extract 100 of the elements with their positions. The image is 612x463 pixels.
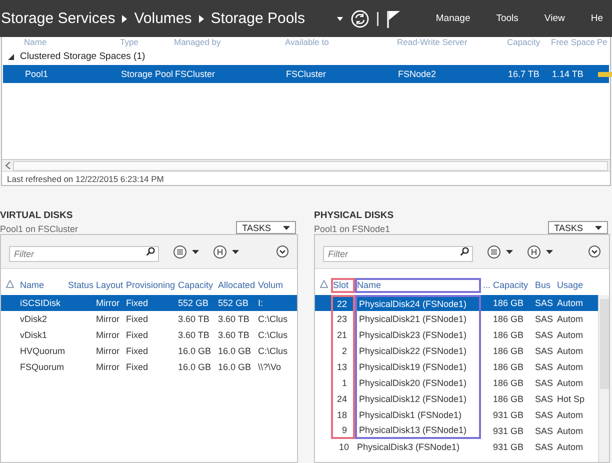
column-header[interactable]: Name <box>355 278 481 292</box>
filter-field[interactable]: Filter <box>9 246 159 262</box>
table-row[interactable]: vDisk1 Mirror Fixed 3.60 TB 3.60 TB C:\Clus <box>1 327 297 343</box>
tasks-button[interactable]: TASKS <box>548 221 608 234</box>
table-cell: PhysicalDisk21 (FSNode1) <box>355 311 481 327</box>
table-cell-text: 10 <box>338 441 350 454</box>
table-cell-text: SAS <box>534 361 554 374</box>
table-row[interactable]: vDisk2 Mirror Fixed 3.60 TB 3.60 TB C:\Clus <box>1 311 297 327</box>
column-header[interactable]: ... <box>481 278 491 292</box>
table-cell-text: I: <box>257 297 264 310</box>
column-header[interactable]: Allocated <box>216 278 256 292</box>
breadcrumb-item[interactable]: Storage Pools <box>210 10 306 27</box>
table-cell-text: 3.60 TB <box>177 329 210 342</box>
table-cell: PhysicalDisk22 (FSNode1) <box>355 343 481 359</box>
collapse-arrow-icon[interactable] <box>8 54 14 60</box>
table-cell: 21 <box>331 327 355 343</box>
table-row[interactable]: iSCSIDisk Mirror Fixed 552 GB 552 GB I: <box>1 295 297 311</box>
table-row[interactable]: 9 PhysicalDisk13 (FSNode1) 931 GB SAS Autom <box>315 423 598 439</box>
list-view-icon[interactable] <box>173 244 199 258</box>
table-cell-text: Mirror <box>95 329 120 342</box>
table-row[interactable]: 22 PhysicalDisk24 (FSNode1) 186 GB SAS Autom <box>315 295 598 311</box>
table-cell: 22 <box>331 295 355 311</box>
table-cell-text: Storage Pool <box>121 69 174 79</box>
table-row[interactable]: 2 PhysicalDisk22 (FSNode1) 186 GB SAS Autom <box>315 343 598 359</box>
column-header[interactable]: Provisioning <box>124 278 176 292</box>
menu-item[interactable]: He <box>582 13 612 24</box>
column-header[interactable]: Bus <box>533 278 555 292</box>
table-cell-text: Autom <box>556 345 584 358</box>
divider-icon <box>376 12 379 26</box>
refresh-icon[interactable] <box>350 10 369 28</box>
table-cell-text: 186 GB <box>492 345 525 358</box>
table-cell-text: PhysicalDisk3 (FSNode1) <box>356 441 461 454</box>
breadcrumb-item[interactable]: Storage Services <box>1 10 116 27</box>
separator-icon <box>198 14 204 22</box>
column-header[interactable]: Slot <box>331 278 355 292</box>
table-row[interactable]: 18 PhysicalDisk1 (FSNode1) 931 GB SAS Autom <box>315 407 598 423</box>
table-cell-text: C:\Clus <box>257 345 289 358</box>
table-row[interactable]: Pool1 Storage Pool FSCluster FSCluster FSNode2 16.7 TB 1.14 TB <box>3 65 609 83</box>
table-cell: 18 <box>331 407 355 423</box>
tasks-button[interactable]: TASKS <box>236 221 296 234</box>
column-header[interactable]: Volum <box>256 278 297 292</box>
menu-item[interactable]: Tools <box>487 13 528 24</box>
column-header[interactable]: Capacity <box>491 278 533 292</box>
table-row[interactable]: HVQuorum Mirror Fixed 16.0 GB 16.0 GB C:\Clus <box>1 343 297 359</box>
table-cell-text: SAS <box>534 425 554 438</box>
column-header[interactable]: Capacity <box>176 278 216 292</box>
table-cell-text: 16.0 GB <box>217 361 252 374</box>
search-icon[interactable] <box>460 247 469 256</box>
horizontal-scrollbar[interactable] <box>2 159 610 171</box>
group-by-icon[interactable] <box>213 244 239 258</box>
table-row[interactable]: 10 PhysicalDisk3 (FSNode1) 931 GB SAS Autom <box>315 439 598 455</box>
menu-item[interactable]: Manage <box>426 13 480 24</box>
caret-icon <box>283 226 290 230</box>
vertical-scrollbar[interactable] <box>598 295 609 462</box>
table-cell-text: Autom <box>556 441 584 454</box>
table-cell-text: SAS <box>534 377 554 390</box>
table-row[interactable]: 21 PhysicalDisk23 (FSNode1) 186 GB SAS Autom <box>315 327 598 343</box>
panel-subtitle: Pool1 on FSCluster <box>0 224 78 234</box>
list-view-icon[interactable] <box>487 244 513 258</box>
table-cell: 24 <box>331 391 355 407</box>
flag-icon[interactable] <box>386 10 401 28</box>
table-row[interactable]: 1 PhysicalDisk20 (FSNode1) 186 GB SAS Autom <box>315 375 598 391</box>
column-header[interactable]: Usage <box>555 278 609 292</box>
filter-field[interactable]: Filter <box>323 246 473 262</box>
menu-item[interactable]: View <box>535 13 574 24</box>
table-cell-text: 186 GB <box>492 329 525 342</box>
table-cell-text: \\?\Vo <box>257 361 282 374</box>
caret-icon <box>595 226 602 230</box>
table-cell-text: HVQuorum <box>19 345 66 358</box>
breadcrumb-item[interactable]: Volumes <box>134 10 192 27</box>
table-cell-text: Autom <box>556 313 584 326</box>
table-cell-text: 16.0 GB <box>177 345 212 358</box>
table-cell-text: vDisk1 <box>19 329 48 342</box>
table-row[interactable]: 13 PhysicalDisk19 (FSNode1) 186 GB SAS Autom <box>315 359 598 375</box>
table-cell-text: Pool1 <box>25 69 50 79</box>
separator-icon <box>122 14 128 22</box>
table-cell: 1 <box>331 375 355 391</box>
table-cell: 13 <box>331 359 355 375</box>
table-cell-text: iSCSIDisk <box>19 297 62 310</box>
table-cell: PhysicalDisk1 (FSNode1) <box>355 407 481 423</box>
table-cell-text: 931 GB <box>492 441 525 454</box>
expand-icon[interactable] <box>588 245 601 258</box>
dropdown-icon[interactable] <box>336 16 343 20</box>
expand-icon[interactable] <box>276 245 289 258</box>
search-icon[interactable] <box>146 247 155 256</box>
table-cell-text: Autom <box>556 329 584 342</box>
table-cell: 9 <box>331 423 355 439</box>
panel-title: PHYSICAL DISKS <box>314 210 395 221</box>
table-cell-text: Fixed <box>125 361 150 374</box>
table-cell-text: Autom <box>556 377 584 390</box>
table-row[interactable]: 23 PhysicalDisk21 (FSNode1) 186 GB SAS Autom <box>315 311 598 327</box>
group-by-icon[interactable] <box>527 244 553 258</box>
table-row[interactable]: 24 PhysicalDisk12 (FSNode1) 186 GB SAS Hot Sp <box>315 391 598 407</box>
column-header[interactable]: Layout <box>94 278 124 292</box>
table-cell-text: Mirror <box>95 297 120 310</box>
warning-icon <box>6 280 14 288</box>
column-header[interactable]: Name <box>18 278 66 292</box>
table-cell-text: SAS <box>534 313 554 326</box>
column-header[interactable]: Status <box>66 278 94 292</box>
table-row[interactable]: FSQuorum Mirror Fixed 16.0 GB 16.0 GB \\?\Vo <box>1 359 297 375</box>
